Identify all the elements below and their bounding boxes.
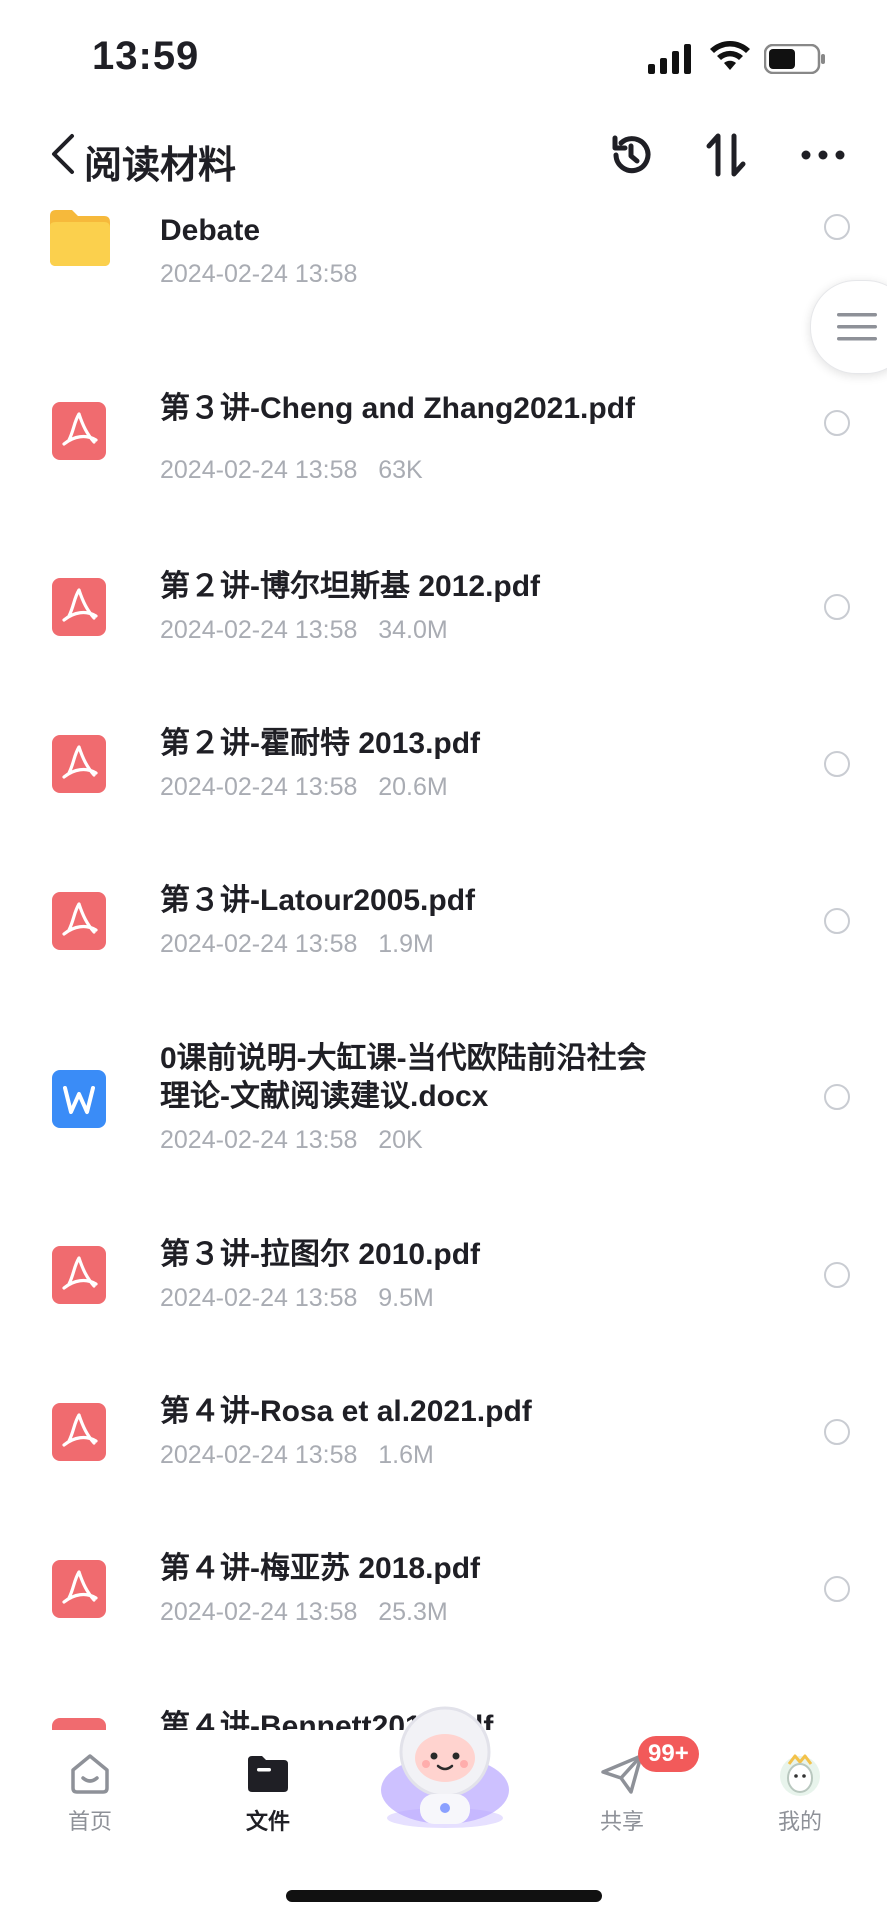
file-name: 第２讲-博尔坦斯基 2012.pdf [160, 570, 541, 603]
select-radio[interactable] [824, 1084, 850, 1110]
file-size: 9.5M [378, 1284, 434, 1312]
tab-label: 我的 [777, 1809, 822, 1834]
file-name: Debate [160, 214, 261, 247]
list-item[interactable]: 第２讲-博尔坦斯基 2012.pdf 2024-02-24 13:58 34.0… [0, 568, 887, 708]
select-radio[interactable] [824, 1419, 850, 1445]
file-size: 1.6M [378, 1441, 434, 1469]
file-name: 第３讲-Cheng and Zhang2021.pdf [160, 392, 636, 425]
tab-label: 共享 [599, 1809, 644, 1834]
file-date: 2024-02-24 13:58 [160, 1284, 358, 1312]
cellular-signal-icon [648, 44, 691, 74]
notification-badge: 99+ [638, 1736, 699, 1772]
battery-icon [764, 44, 825, 74]
file-date: 2024-02-24 13:58 [160, 456, 358, 484]
list-item[interactable]: 第３讲-Latour2005.pdf 2024-02-24 13:58 1.9M [0, 882, 887, 1022]
pdf-file-icon [52, 1246, 106, 1304]
back-arrow-icon[interactable] [48, 132, 78, 176]
pdf-file-icon [52, 892, 106, 950]
file-date: 2024-02-24 13:58 [160, 773, 358, 801]
list-item[interactable]: 第３讲-Cheng and Zhang2021.pdf 2024-02-24 1… [0, 390, 887, 550]
file-name-line-1: 0课前说明-大缸课-当代欧陆前沿社会 [160, 1042, 647, 1075]
file-name: 第３讲-Latour2005.pdf [160, 884, 476, 917]
file-meta: 2024-02-24 13:58 1.9M [160, 930, 434, 959]
file-date: 2024-02-24 13:58 [160, 1441, 358, 1469]
file-size: 20.6M [378, 773, 448, 801]
list-item[interactable]: 第４讲-梅亚苏 2018.pdf 2024-02-24 13:58 25.3M [0, 1550, 887, 1690]
file-name-line-2: 理论-文献阅读建议.docx [160, 1080, 489, 1113]
file-meta: 2024-02-24 13:58 63K [160, 456, 423, 485]
tab-label: 首页 [67, 1809, 112, 1834]
file-size: 25.3M [378, 1598, 448, 1626]
file-meta: 2024-02-24 13:58 34.0M [160, 616, 448, 645]
list-item[interactable]: 第４讲-Rosa et al.2021.pdf 2024-02-24 13:58… [0, 1393, 887, 1533]
file-date: 2024-02-24 13:58 [160, 1598, 358, 1626]
menu-lines-icon [837, 313, 877, 341]
wifi-icon [710, 41, 750, 70]
list-item[interactable]: 第３讲-拉图尔 2010.pdf 2024-02-24 13:58 9.5M [0, 1236, 887, 1376]
file-size: 20K [378, 1126, 423, 1154]
more-options-icon[interactable] [798, 130, 848, 180]
file-size: 1.9M [378, 930, 434, 958]
list-item[interactable]: 0课前说明-大缸课-当代欧陆前沿社会 理论-文献阅读建议.docx 2024-0… [0, 1040, 887, 1220]
folder-icon [50, 210, 110, 266]
file-date: 2024-02-24 13:58 [160, 260, 358, 288]
folder-icon [248, 1756, 288, 1792]
pdf-file-icon [52, 402, 106, 460]
sort-icon[interactable] [702, 130, 752, 180]
select-radio[interactable] [824, 594, 850, 620]
file-name: 第４讲-Rosa et al.2021.pdf [160, 1395, 532, 1428]
pdf-file-icon [52, 578, 106, 636]
tab-files[interactable]: 文件 [218, 1748, 318, 1836]
file-meta: 2024-02-24 13:58 9.5M [160, 1284, 434, 1313]
file-meta: 2024-02-24 13:58 20K [160, 1126, 423, 1155]
status-time: 13:59 [92, 34, 200, 78]
tab-home[interactable]: 首页 [40, 1748, 140, 1836]
select-radio[interactable] [824, 908, 850, 934]
file-meta: 2024-02-24 13:58 20.6M [160, 773, 448, 802]
list-item[interactable]: 第２讲-霍耐特 2013.pdf 2024-02-24 13:58 20.6M [0, 725, 887, 865]
select-radio[interactable] [824, 214, 850, 240]
file-meta: 2024-02-24 13:58 25.3M [160, 1598, 448, 1627]
status-bar: 13:59 [0, 0, 887, 120]
pdf-file-icon [52, 1718, 106, 1730]
file-date: 2024-02-24 13:58 [160, 930, 358, 958]
pdf-file-icon [52, 1560, 106, 1618]
list-item[interactable]: Debate 2024-02-24 13:58 [0, 200, 887, 380]
select-radio[interactable] [824, 1576, 850, 1602]
file-size: 34.0M [378, 616, 448, 644]
file-name: 第３讲-拉图尔 2010.pdf [160, 1238, 481, 1271]
file-date: 2024-02-24 13:58 [160, 1126, 358, 1154]
history-icon[interactable] [606, 130, 656, 180]
tab-label: 文件 [245, 1809, 290, 1834]
select-radio[interactable] [824, 410, 850, 436]
home-indicator [286, 1890, 602, 1902]
pdf-file-icon [52, 735, 106, 793]
select-radio[interactable] [824, 751, 850, 777]
file-name: 第４讲-梅亚苏 2018.pdf [160, 1552, 481, 1585]
page-title: 阅读材料 [84, 145, 237, 187]
home-icon [71, 1754, 109, 1794]
file-meta: 2024-02-24 13:58 1.6M [160, 1441, 434, 1470]
select-radio[interactable] [824, 1262, 850, 1288]
file-date: 2024-02-24 13:58 [160, 616, 358, 644]
assistant-mascot-icon[interactable] [362, 1700, 528, 1830]
profile-avatar-icon [780, 1754, 820, 1796]
file-name: 第２讲-霍耐特 2013.pdf [160, 727, 481, 760]
file-size: 63K [378, 456, 423, 484]
file-list: Debate 2024-02-24 13:58 第３讲-Cheng and Zh… [0, 200, 887, 1730]
tab-profile[interactable]: 我的 [750, 1748, 850, 1836]
word-document-icon [52, 1070, 106, 1128]
pdf-file-icon [52, 1403, 106, 1461]
